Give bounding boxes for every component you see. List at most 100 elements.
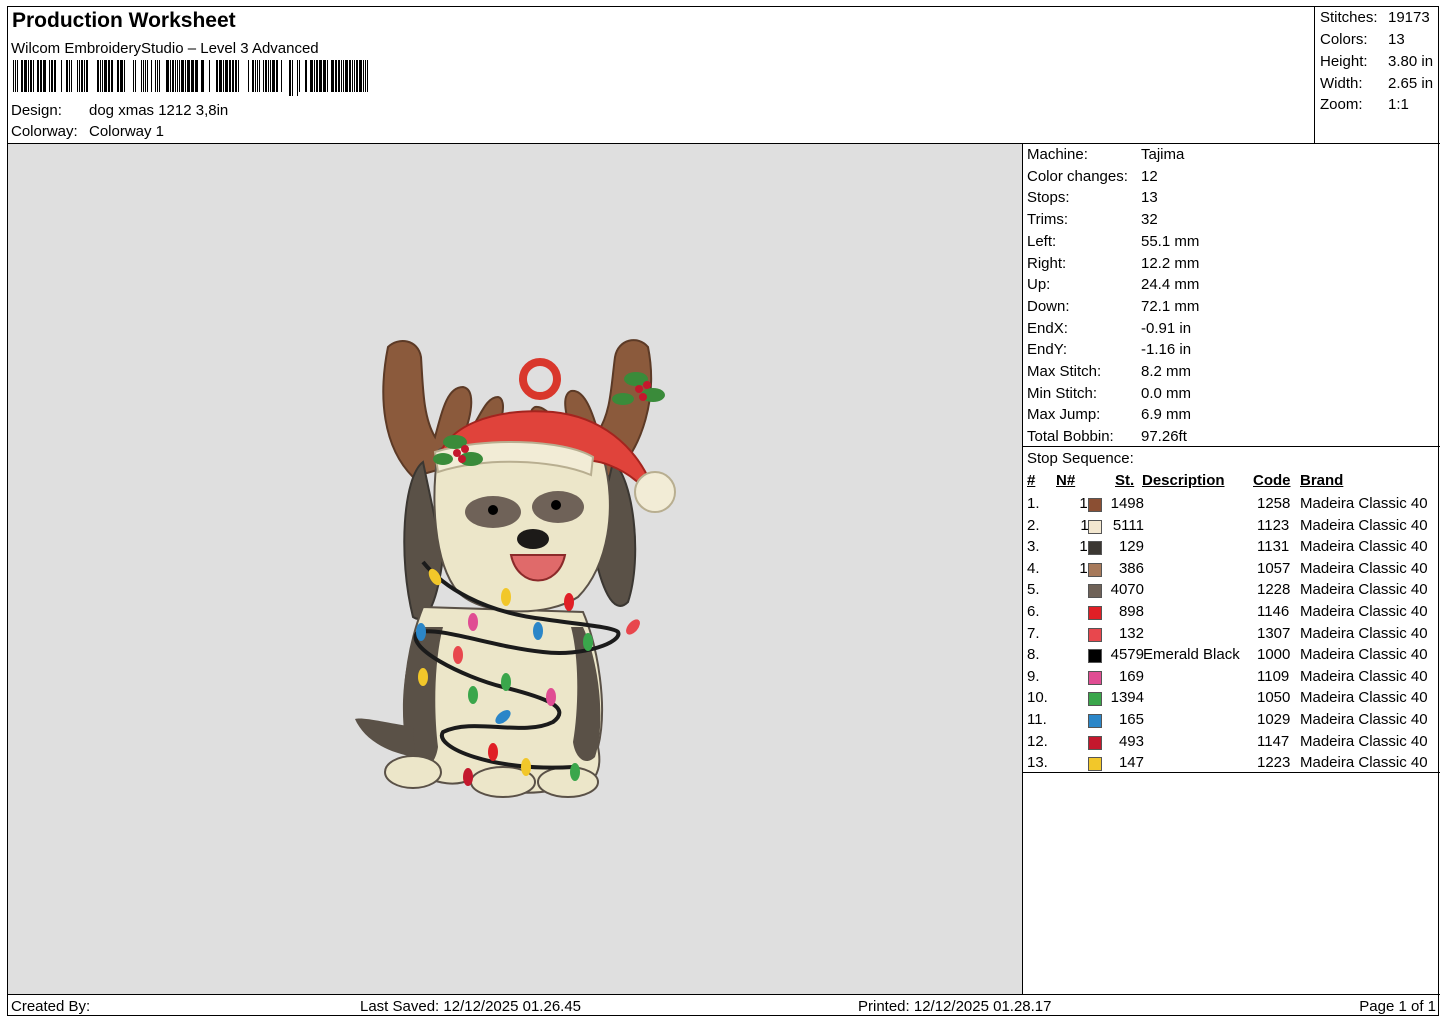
- design-summary: Stitches: 19173 Colors: 13 Height: 3.80 in …: [1314, 7, 1440, 144]
- summary-row: Height: 3.80 in: [1320, 53, 1438, 70]
- stop-row: 2.1151111123Madeira Classic 40: [1023, 517, 1440, 538]
- color-swatch: [1088, 757, 1102, 772]
- machine-value: 0.0 mm: [1141, 384, 1192, 402]
- machine-key: Down:: [1027, 297, 1070, 315]
- stop-number: 3.: [1027, 538, 1040, 556]
- thread-brand: Madeira Classic 40: [1300, 667, 1428, 685]
- stop-number: 12.: [1027, 732, 1048, 750]
- stop-row: 12.24931147Madeira Classic 40: [1023, 733, 1440, 754]
- design-value: dog xmas 1212 3,8in: [89, 102, 229, 119]
- machine-value: 24.4 mm: [1141, 276, 1200, 294]
- stitch-count: 1394: [1110, 689, 1144, 707]
- machine-value: 97.26ft: [1141, 428, 1187, 446]
- summary-key: Zoom:: [1320, 96, 1363, 113]
- stop-number: 7.: [1027, 624, 1040, 642]
- stop-row: 3.121291131Madeira Classic 40: [1023, 538, 1440, 559]
- col-needle: N#: [1056, 472, 1076, 489]
- summary-key: Colors:: [1320, 31, 1368, 48]
- color-swatch: [1088, 606, 1102, 620]
- machine-key: Color changes:: [1027, 167, 1128, 185]
- stop-sequence-header-row: # N# St. Description Code Brand: [1023, 472, 1440, 492]
- color-swatch: [1088, 562, 1102, 577]
- thread-brand: Madeira Classic 40: [1300, 603, 1428, 620]
- color-swatch: [1088, 627, 1102, 642]
- machine-key: Up:: [1027, 276, 1051, 294]
- machine-row: Machine: Tajima: [1027, 146, 1184, 163]
- summary-row: Stitches: 19173: [1320, 9, 1438, 26]
- thread-brand: Madeira Classic 40: [1300, 689, 1428, 707]
- thread-brand: Madeira Classic 40: [1300, 538, 1428, 556]
- machine-row: Right: 12.2 mm: [1027, 255, 1199, 272]
- design-preview-canvas[interactable]: [8, 144, 1023, 994]
- stop-number: 1.: [1027, 495, 1040, 512]
- thread-brand: Madeira Classic 40: [1300, 581, 1428, 599]
- thread-code: 1147: [1257, 732, 1290, 750]
- machine-row: Total Bobbin: 97.26ft: [1027, 428, 1187, 445]
- production-worksheet: Production Worksheet Wilcom EmbroiderySt…: [7, 6, 1440, 1017]
- machine-row: EndY: -1.16 in: [1027, 341, 1191, 358]
- thread-code: 1146: [1257, 603, 1290, 620]
- machine-key: Right:: [1027, 254, 1067, 272]
- stop-row: 5.940701228Madeira Classic 40: [1023, 581, 1440, 602]
- summary-row: Colors: 13: [1320, 31, 1438, 48]
- summary-key: Width:: [1320, 75, 1363, 92]
- stop-row: 10.513941050Madeira Classic 40: [1023, 689, 1440, 710]
- col-description: Description: [1142, 472, 1225, 489]
- machine-key: Left:: [1027, 232, 1057, 250]
- stop-number: 6.: [1027, 603, 1040, 620]
- machine-row: Left: 55.1 mm: [1027, 233, 1199, 250]
- machine-key: Machine:: [1027, 146, 1088, 163]
- machine-row: Max Stitch: 8.2 mm: [1027, 363, 1191, 380]
- thread-brand: Madeira Classic 40: [1300, 624, 1428, 642]
- stop-row: 13.31471223Madeira Classic 40: [1023, 754, 1440, 775]
- thread-code: 1000: [1257, 646, 1291, 664]
- color-swatch: [1088, 498, 1102, 512]
- thread-brand: Madeira Classic 40: [1300, 711, 1428, 728]
- printed-date: Printed: 12/12/2025 01.28.17: [858, 998, 1052, 1015]
- thread-code: 1307: [1257, 624, 1291, 642]
- design-row: Design: dog xmas 1212 3,8in: [11, 102, 228, 119]
- colorway-value: Colorway 1: [89, 123, 165, 140]
- worksheet-footer: Created By: Last Saved: 12/12/2025 01.26…: [8, 994, 1440, 1017]
- machine-row: Trims: 32: [1027, 211, 1158, 228]
- stitch-count: 129: [1118, 538, 1144, 556]
- stitch-count: 165: [1118, 711, 1144, 728]
- stitch-count: 147: [1118, 754, 1144, 772]
- color-swatch: [1088, 649, 1102, 664]
- machine-key: EndY:: [1027, 341, 1068, 359]
- machine-value: 55.1 mm: [1141, 232, 1200, 250]
- color-swatch: [1088, 692, 1102, 707]
- stitch-count: 5111: [1112, 516, 1144, 534]
- thread-code: 1228: [1257, 581, 1291, 599]
- barcode-image: [13, 60, 368, 96]
- machine-value: 6.9 mm: [1141, 406, 1192, 424]
- stop-number: 8.: [1027, 646, 1040, 664]
- stitch-count: 898: [1118, 603, 1144, 620]
- thread-code: 1223: [1257, 754, 1291, 772]
- color-swatch: [1088, 714, 1102, 728]
- machine-row: Color changes: 12: [1027, 168, 1158, 185]
- stop-number: 10.: [1027, 689, 1048, 707]
- machine-value: 8.2 mm: [1141, 363, 1192, 380]
- thread-code: 1109: [1257, 667, 1290, 685]
- stitch-count: 169: [1118, 667, 1144, 685]
- machine-row: Up: 24.4 mm: [1027, 276, 1199, 293]
- machine-value: -0.91 in: [1141, 319, 1192, 337]
- design-label: Design:: [11, 102, 62, 119]
- color-swatch: [1088, 670, 1102, 685]
- thread-brand: Madeira Classic 40: [1300, 559, 1428, 577]
- stop-sequence-heading: Stop Sequence:: [1027, 450, 1134, 467]
- stop-number: 9.: [1027, 667, 1040, 685]
- stop-number: 13.: [1027, 754, 1048, 772]
- machine-row: Min Stitch: 0.0 mm: [1027, 385, 1191, 402]
- stop-number: 11.: [1027, 711, 1047, 728]
- machine-details: Machine: Tajima Color changes: 12 Stops: 13 Tr…: [1023, 144, 1440, 447]
- stitch-count: 4070: [1110, 581, 1144, 599]
- software-name: Wilcom EmbroideryStudio – Level 3 Advanc…: [11, 40, 319, 57]
- summary-row: Zoom: 1:1: [1320, 96, 1438, 113]
- thread-code: 1029: [1257, 711, 1291, 728]
- stop-row: 1.1314981258Madeira Classic 40: [1023, 495, 1440, 516]
- color-swatch: [1088, 584, 1102, 599]
- created-by: Created By:: [11, 998, 91, 1015]
- summary-value: 2.65 in: [1388, 75, 1434, 92]
